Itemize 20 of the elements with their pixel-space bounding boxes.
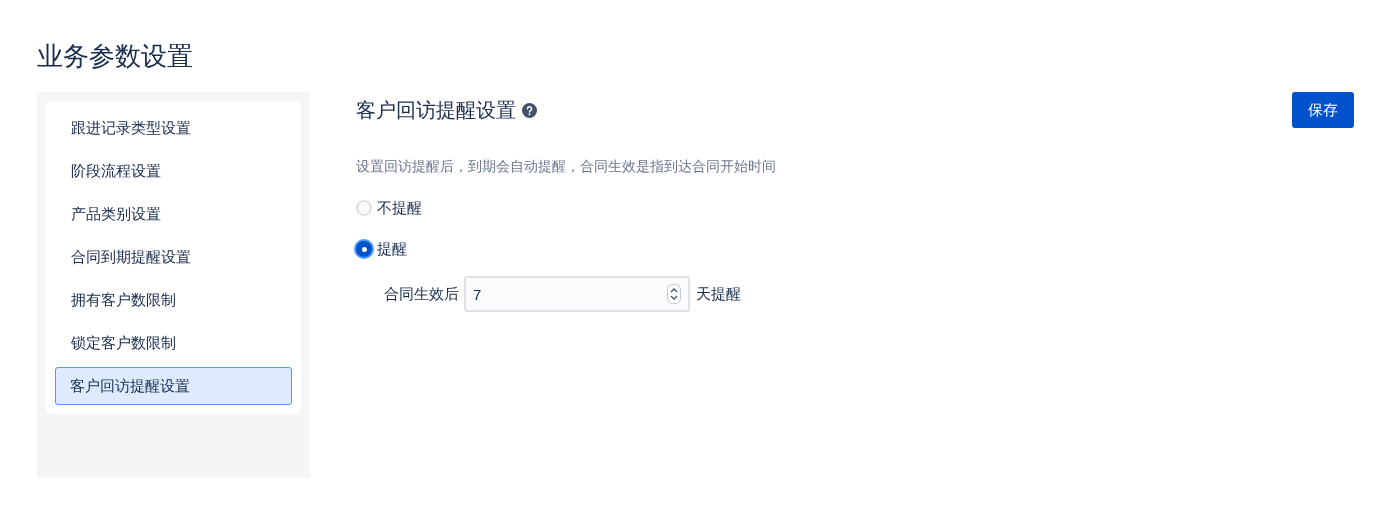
help-icon[interactable] [522,102,537,118]
page-title: 业务参数设置 [37,40,193,73]
sidebar-item[interactable]: 产品类别设置 [55,195,292,233]
radio-button[interactable] [356,241,372,257]
field-label: 合同生效后 [384,283,459,304]
days-input[interactable]: 7 [464,276,690,312]
radio-label[interactable]: 提醒 [377,237,407,261]
description-text: 设置回访提醒后，到期会自动提醒，合同生效是指到达合同开始时间 [356,157,777,176]
radio-label[interactable]: 不提醒 [377,196,422,220]
section-title: 客户回访提醒设置 [356,98,516,123]
sidebar-item[interactable]: 锁定客户数限制 [55,324,292,362]
spinner-icon[interactable] [667,284,681,304]
radio-button[interactable] [356,200,372,216]
field-suffix: 天提醒 [696,283,741,304]
sidebar-item[interactable]: 合同到期提醒设置 [55,238,292,276]
sidebar-item[interactable]: 阶段流程设置 [55,152,292,190]
sidebar-item[interactable]: 跟进记录类型设置 [55,109,292,147]
sidebar-item[interactable]: 拥有客户数限制 [55,281,292,319]
sidebar-item[interactable]: 客户回访提醒设置 [55,367,292,405]
save-button[interactable]: 保存 [1292,92,1354,128]
